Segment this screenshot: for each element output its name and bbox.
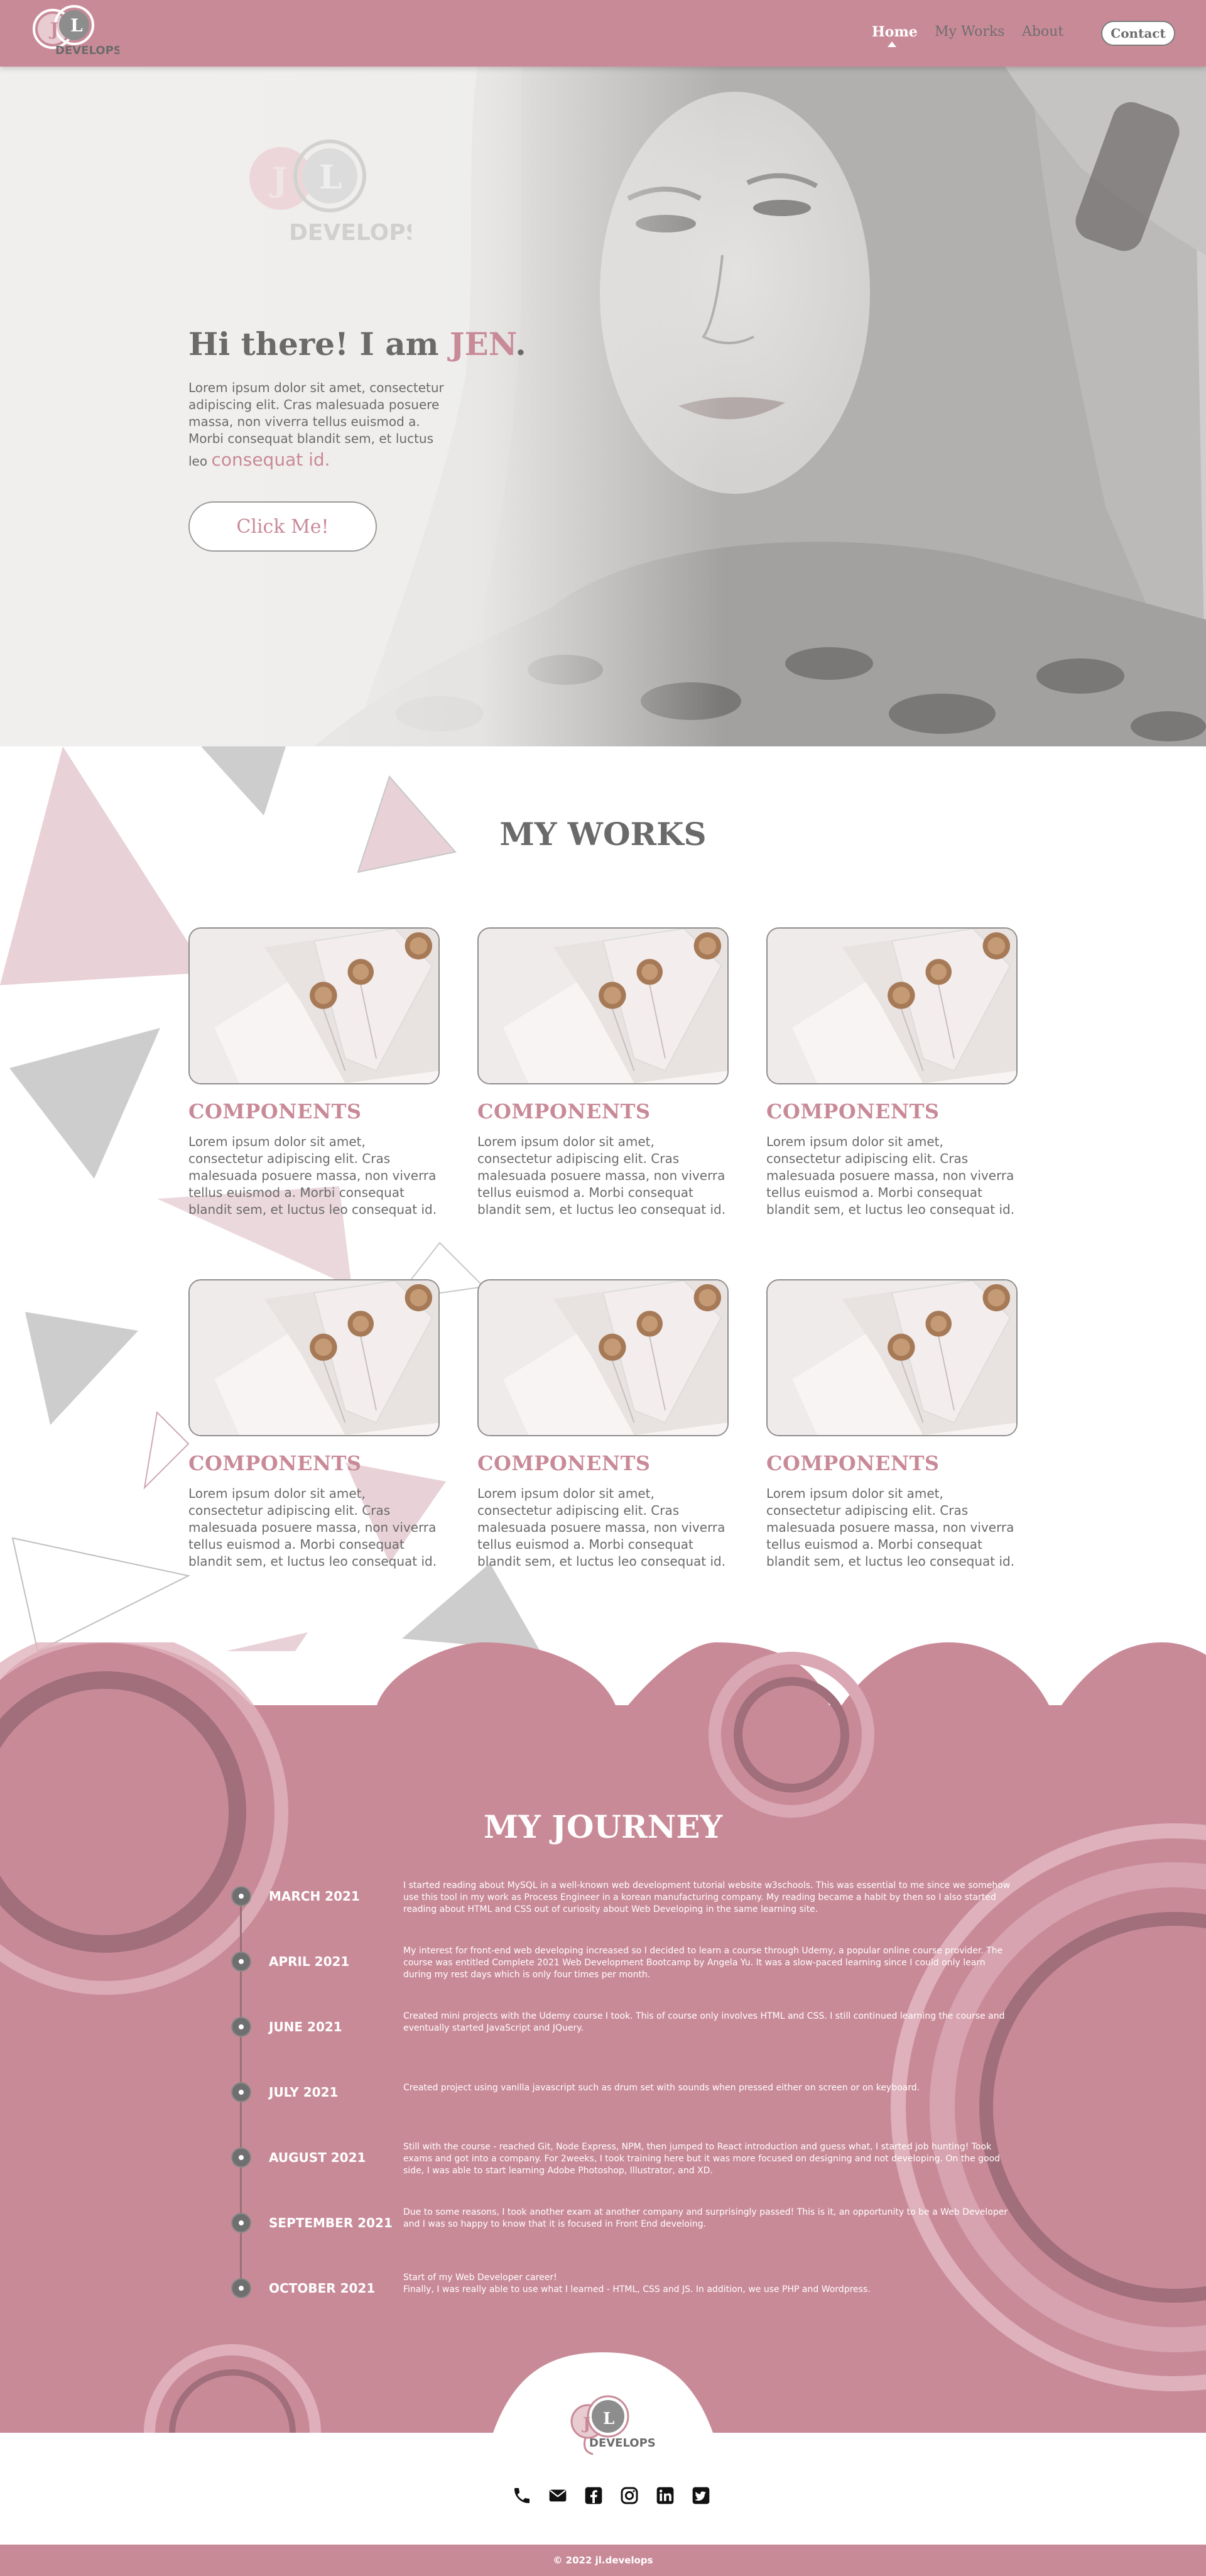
work-card[interactable]: COMPONENTS Lorem ipsum dolor sit amet, c…: [188, 927, 440, 1218]
active-indicator: [888, 41, 896, 47]
hero-title-name: JEN: [449, 325, 516, 363]
timeline-text: Still with the course - reached Git, Nod…: [403, 2142, 1001, 2176]
timeline-date: OCTOBER 2021: [269, 2281, 376, 2296]
hero-logo: J L DEVELOPS: [249, 139, 411, 246]
card-title: COMPONENTS: [188, 1451, 362, 1475]
section-title-my-journey: MY JOURNEY: [483, 1808, 723, 1845]
timeline-dot: [231, 2278, 251, 2298]
timeline-text: My interest for front-end web developing…: [403, 1946, 1003, 1980]
work-card[interactable]: COMPONENTS Lorem ipsum dolor sit amet, c…: [477, 927, 729, 1218]
work-card[interactable]: COMPONENTS Lorem ipsum dolor sit amet, c…: [477, 1279, 729, 1570]
hero-logo-letter-j: J: [269, 161, 288, 199]
phone-icon[interactable]: [512, 2486, 532, 2506]
footer-logo-text: DEVELOPS: [589, 2437, 656, 2450]
card-description: Lorem ipsum dolor sit amet, consectetur …: [477, 1486, 726, 1569]
copyright-text: © 2022 jl.develops: [553, 2555, 653, 2566]
footer-logo[interactable]: J L DEVELOPS: [546, 2376, 660, 2483]
hero-logo-text: DEVELOPS: [289, 220, 411, 246]
top-navbar: J L DEVELOPS Home My Works About Contact: [0, 0, 1206, 67]
timeline-item: AUGUST 2021 Still with the course - reac…: [0, 2142, 1206, 2191]
hero-title-prefix: Hi there! I am: [188, 325, 450, 363]
contact-button[interactable]: Contact: [1101, 21, 1175, 46]
nav-link-about[interactable]: About: [1022, 24, 1063, 40]
timeline-dot: [231, 2148, 251, 2168]
timeline-dot: [231, 2017, 251, 2037]
timeline-item: MARCH 2021 I started reading about MySQL…: [0, 1880, 1206, 1930]
logo[interactable]: J L DEVELOPS: [25, 3, 119, 63]
envelope-wax-seal-image: [766, 927, 1018, 1084]
envelope-wax-seal-image: [188, 927, 440, 1084]
timeline-text: I started reading about MySQL in a well-…: [403, 1880, 1011, 1914]
timeline-item: JUNE 2021 Created mini projects with the…: [0, 2011, 1206, 2061]
hero-title-suffix: .: [515, 325, 526, 363]
envelope-wax-seal-image: [477, 1279, 729, 1436]
timeline-item: APRIL 2021 My interest for front-end web…: [0, 1946, 1206, 1995]
card-description: Lorem ipsum dolor sit amet, consectetur …: [766, 1486, 1015, 1569]
footer: J L DEVELOPS © 2022 jl.develops: [0, 2395, 1206, 2576]
card-title: COMPONENTS: [188, 1100, 362, 1123]
nav-link-home[interactable]: Home: [872, 24, 918, 40]
my-works-section: MY WORKS COMPONENTS Lorem ipsum dolor si…: [0, 746, 1206, 1651]
instagram-icon[interactable]: [619, 2486, 639, 2506]
envelope-wax-seal-image: [766, 1279, 1018, 1436]
copyright-bar: © 2022 jl.develops: [0, 2545, 1206, 2576]
email-icon[interactable]: [548, 2486, 568, 2506]
timeline-date: JULY 2021: [269, 2085, 339, 2100]
section-title-my-works: MY WORKS: [499, 816, 707, 853]
click-me-button[interactable]: Click Me!: [188, 501, 377, 552]
card-title: COMPONENTS: [766, 1451, 940, 1475]
hero-description-accent: consequat id.: [211, 449, 330, 470]
timeline-text: Created project using vanilla javascript…: [403, 2083, 920, 2093]
timeline-date: SEPTEMBER 2021: [269, 2215, 393, 2230]
timeline-date: MARCH 2021: [269, 1889, 360, 1904]
envelope-wax-seal-image: [477, 927, 729, 1084]
hero-section: J L DEVELOPS Hi there! I am JEN. Lorem i…: [0, 67, 1206, 746]
timeline-dot: [231, 1951, 251, 1972]
timeline-text: Due to some reasons, I took another exam…: [403, 2207, 1008, 2229]
timeline-item: OCTOBER 2021 Start of my Web Developer c…: [0, 2273, 1206, 2322]
timeline-item: SEPTEMBER 2021 Due to some reasons, I to…: [0, 2207, 1206, 2257]
footer-logo-letter-j: J: [582, 2415, 590, 2433]
logo-text: DEVELOPS: [55, 44, 119, 57]
timeline-date: APRIL 2021: [269, 1954, 350, 1969]
nav-link-my-works[interactable]: My Works: [935, 24, 1004, 40]
card-title: COMPONENTS: [477, 1451, 651, 1475]
social-links: [0, 2486, 1206, 2511]
timeline-dot: [231, 1886, 251, 1906]
card-description: Lorem ipsum dolor sit amet, consectetur …: [188, 1134, 437, 1217]
timeline-text: Start of my Web Developer career! Finall…: [403, 2273, 871, 2295]
card-title: COMPONENTS: [766, 1100, 940, 1123]
card-title: COMPONENTS: [477, 1100, 651, 1123]
footer-logo-letter-l: L: [603, 2410, 614, 2428]
logo-letter-l: L: [70, 15, 83, 36]
timeline-dot: [231, 2082, 251, 2102]
hero-title: Hi there! I am JEN.: [188, 325, 526, 363]
timeline-dot: [231, 2213, 251, 2233]
hero-description: Lorem ipsum dolor sit amet, consectetur …: [188, 379, 452, 472]
timeline-text: Created mini projects with the Udemy cou…: [403, 2011, 1005, 2033]
work-card[interactable]: COMPONENTS Lorem ipsum dolor sit amet, c…: [766, 927, 1018, 1218]
card-description: Lorem ipsum dolor sit amet, consectetur …: [188, 1486, 437, 1569]
my-journey-section: MY JOURNEY MARCH 2021 I started reading …: [0, 1642, 1206, 2433]
hero-portrait-image: [0, 67, 1206, 746]
timeline-date: JUNE 2021: [269, 2019, 342, 2034]
card-description: Lorem ipsum dolor sit amet, consectetur …: [766, 1134, 1015, 1217]
envelope-wax-seal-image: [188, 1279, 440, 1436]
work-card[interactable]: COMPONENTS Lorem ipsum dolor sit amet, c…: [766, 1279, 1018, 1570]
facebook-icon[interactable]: [584, 2486, 604, 2506]
timeline-date: AUGUST 2021: [269, 2150, 366, 2165]
card-description: Lorem ipsum dolor sit amet, consectetur …: [477, 1134, 726, 1217]
twitter-icon[interactable]: [691, 2486, 711, 2506]
hero-logo-letter-l: L: [319, 158, 342, 197]
logo-letter-j: J: [48, 19, 58, 40]
timeline-item: JULY 2021 Created project using vanilla …: [0, 2082, 1206, 2126]
linkedin-icon[interactable]: [655, 2486, 675, 2506]
work-card[interactable]: COMPONENTS Lorem ipsum dolor sit amet, c…: [188, 1279, 440, 1570]
